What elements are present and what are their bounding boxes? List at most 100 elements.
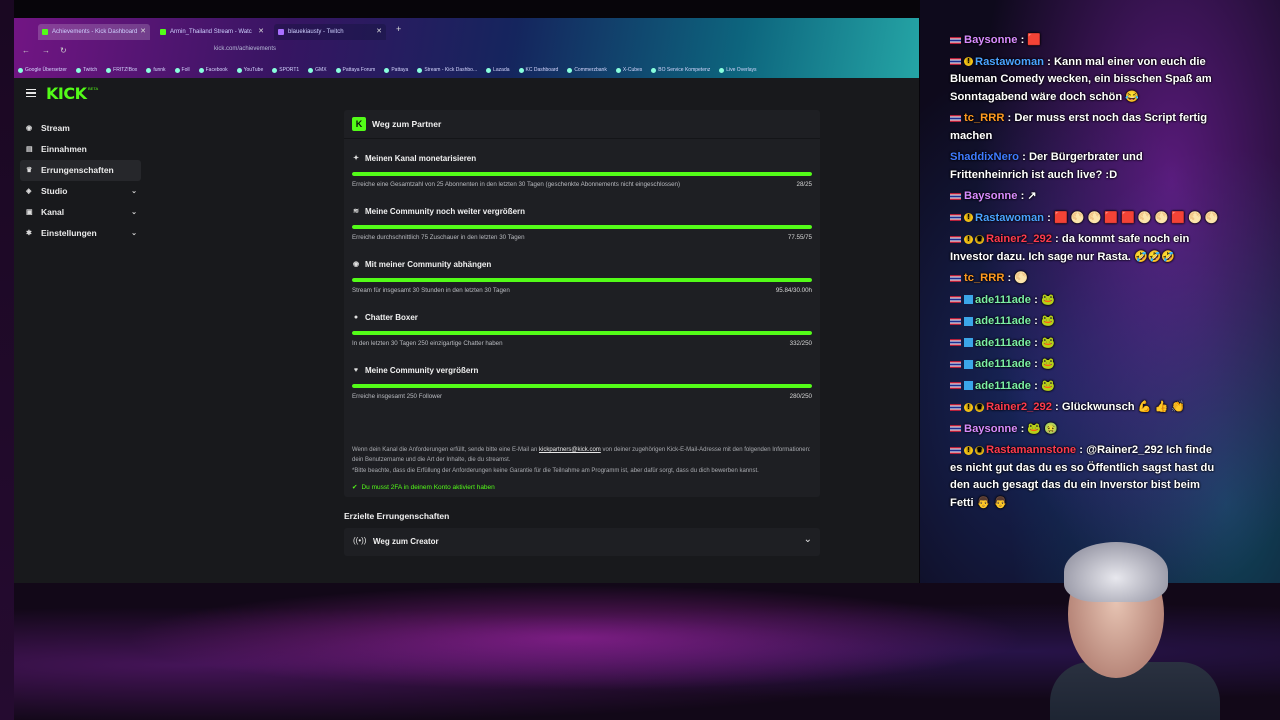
bookmark-item[interactable]: X-Cubes [615,64,642,76]
address-bar[interactable]: kick.com/achievements [214,46,276,52]
sidebar-item-einstellungen[interactable]: ✱ Einstellungen ⌄ [20,223,141,244]
bookmark-icon [615,67,621,73]
streamer-hair [1064,542,1168,602]
chat-username[interactable]: Rastawoman [975,212,1044,224]
back-icon[interactable]: ← [22,46,30,55]
bookmark-label: Foll [181,67,190,73]
email-link[interactable]: kickpartners@kick.com [539,447,601,453]
bookmark-icon [75,67,81,73]
bookmark-item[interactable]: FRITZ!Box [106,64,137,76]
close-icon[interactable]: ✕ [258,24,264,40]
goal-item: ● Chatter Boxer In den letzten 30 Tagen 25… [352,311,812,347]
goal-item: ♥ Meine Community vergrößern Erreiche insg… [352,364,812,400]
goal-title: ✦ Meinen Kanal monetarisieren [352,152,812,164]
thailand-flag-icon [950,192,961,200]
chat-username[interactable]: Baysonne [964,423,1017,435]
bookmark-icon [384,67,390,73]
chat-separator: : [1017,190,1028,202]
chevron-down-icon[interactable]: ⌄ [131,223,137,244]
bookmark-label: Facebook [205,67,228,73]
chat-icon: ● [353,313,359,321]
chat-separator: : [1051,401,1062,413]
chevron-down-icon[interactable]: ⌄ [804,534,812,545]
partner-path-card: K Weg zum Partner ✦ Meinen Kanal monetari… [344,110,820,497]
forward-icon[interactable]: → [42,46,50,55]
browser-tab-achievements[interactable]: Achievements - Kick Dashboard ✕ [38,24,150,40]
browser-tab-twitch[interactable]: blauekiausty - Twitch ✕ [274,24,386,40]
bookmark-item[interactable]: Foll [174,64,190,76]
kick-logo[interactable]: KICK [46,84,87,103]
chat-username[interactable]: Rastawoman [975,56,1044,68]
bookmark-item[interactable]: Lazada [486,64,510,76]
bookmark-item[interactable]: Facebook [198,64,228,76]
chat-separator: : [1031,315,1041,327]
chat-username[interactable]: ShaddixNero [950,151,1019,163]
bookmark-item[interactable]: SPORT1 [272,64,299,76]
sidebar-item-studio[interactable]: ◈ Studio ⌄ [20,181,141,202]
chat-emotes: 🌕 [1014,272,1029,284]
chat-username[interactable]: ade111ade [975,315,1031,327]
new-tab-icon[interactable]: + [396,24,401,34]
reload-icon[interactable]: ↻ [60,46,67,55]
bookmark-icon [106,67,112,73]
chat-emotes: 🐸 🤢 [1027,422,1058,435]
goal-desc-text: In den letzten 30 Tagen 250 einzigartige… [352,340,503,347]
goal-title-label: Mit meiner Community abhängen [365,259,492,269]
chat-username[interactable]: ade111ade [975,358,1031,370]
sidebar-item-einnahmen[interactable]: ▤ Einnahmen [20,139,141,160]
sidebar-item-stream[interactable]: ◉ Stream [20,118,141,139]
chat-username[interactable]: ade111ade [975,380,1031,392]
bookmark-label: Pattaya [391,67,409,73]
bookmark-item[interactable]: Stream - Kick Dashbo... [417,64,477,76]
chat-username[interactable]: ade111ade [975,294,1031,306]
sidebar-item-errungenschaften[interactable]: ♛ Errungenschaften [20,160,141,181]
bookmark-item[interactable]: GMX [308,64,327,76]
bookmark-icon [719,67,725,73]
creator-path-accordion[interactable]: ((•)) Weg zum Creator ⌄ [344,528,820,556]
crown-badge-icon: ♛ [975,445,984,455]
bookmark-item[interactable]: Live Overlays [719,64,757,76]
close-icon[interactable]: ✕ [140,24,146,40]
bookmark-label: Google Übersetzer [25,67,67,73]
goal-desc-text: Erreiche eine Gesamtzahl von 25 Abonnent… [352,181,681,188]
thailand-flag-icon [950,274,961,282]
bookmark-item[interactable]: Commerzbank [567,64,607,76]
chat-message: Baysonne : 🟥 [944,32,1224,50]
goal-value: 95.84/30.00h [775,287,812,294]
chat-emotes: 🐸 [1040,315,1055,327]
chat-username[interactable]: tc_RRR [964,112,1004,124]
bookmark-item[interactable]: funnk [146,64,166,76]
bookmark-item[interactable]: Pattaya [384,64,408,76]
bookmark-item[interactable]: Pattaya Forum [335,64,375,76]
sidebar-item-kanal[interactable]: ▣ Kanal ⌄ [20,202,141,223]
bookmark-item[interactable]: KC Dashboard [518,64,559,76]
chat-separator: : [1019,151,1029,163]
studio-icon: ◈ [26,188,32,195]
bookmark-item[interactable]: YouTube [236,64,263,76]
bookmark-icon [518,67,524,73]
bookmark-item[interactable]: Twitch [75,64,97,76]
chat-username[interactable]: Rainer2_292 [986,233,1052,245]
chat-username[interactable]: ade111ade [975,337,1031,349]
chat-username[interactable]: Baysonne [964,34,1017,46]
chat-emotes: 👨 👨 [976,496,1008,509]
chat-message: tc_RRR : Der muss erst noch das Script f… [944,110,1224,145]
chevron-down-icon[interactable]: ⌄ [131,202,137,223]
bookmark-icon [651,67,657,73]
bookmark-item[interactable]: BO Service Kompetenz [651,64,710,76]
chevron-down-icon[interactable]: ⌄ [131,181,137,202]
sidebar-item-label: Einnahmen [41,144,87,154]
thailand-flag-icon [950,235,961,243]
goal-progress-bar [352,384,812,388]
close-icon[interactable]: ✕ [376,24,382,40]
chat-username[interactable]: Rastamannstone [986,444,1076,456]
bookmark-label: FRITZ!Box [113,67,138,73]
chat-username[interactable]: Rainer2_292 [986,401,1052,413]
chat-username[interactable]: tc_RRR [964,272,1004,284]
bookmark-label: KC Dashboard [525,67,559,73]
bookmark-item[interactable]: Google Übersetzer [18,64,67,76]
browser-tab-armin-stream[interactable]: Armin_Thailand Stream - Watc ✕ [156,24,268,40]
chat-username[interactable]: Baysonne [964,190,1017,202]
twofa-requirement: ✔ Du musst 2FA in deinem Konto aktiviert… [352,483,812,493]
hamburger-menu-icon[interactable] [26,89,36,98]
